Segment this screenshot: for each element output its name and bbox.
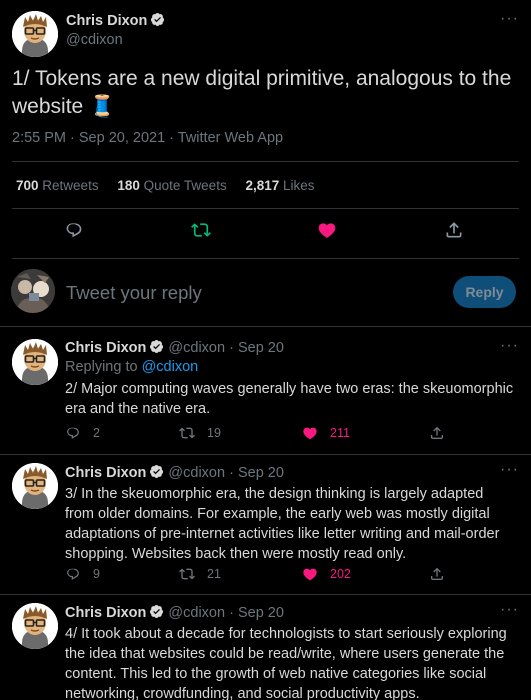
likes-label: Likes bbox=[283, 178, 315, 193]
reply-count: 9 bbox=[93, 567, 100, 581]
share-icon bbox=[429, 566, 445, 582]
separator: · bbox=[229, 340, 234, 356]
user-avatar[interactable] bbox=[11, 269, 55, 313]
like-icon bbox=[302, 566, 318, 582]
divider bbox=[12, 258, 519, 259]
tweet-header: Chris Dixon @cdixon · Sep 20 bbox=[65, 339, 284, 356]
retweet-count: 21 bbox=[207, 567, 221, 581]
author-handle[interactable]: @cdixon bbox=[168, 605, 225, 621]
author-avatar[interactable] bbox=[12, 603, 58, 649]
likes-stat[interactable]: 2,817 Likes bbox=[245, 178, 314, 193]
reply-button[interactable]: Reply bbox=[453, 276, 516, 308]
divider bbox=[12, 161, 519, 162]
like-action[interactable]: 202 bbox=[302, 566, 351, 582]
author-handle[interactable]: @cdixon bbox=[168, 340, 225, 356]
tweet-header: Chris Dixon @cdixon · Sep 20 bbox=[65, 604, 284, 621]
verified-badge-icon bbox=[150, 12, 165, 27]
thread-tweet[interactable]: Chris Dixon @cdixon · Sep 20 ··· 4/ It t… bbox=[0, 595, 531, 700]
author-name[interactable]: Chris Dixon bbox=[65, 605, 146, 621]
tweet-text: 3/ In the skeuomorphic era, the design t… bbox=[65, 486, 500, 562]
reply-icon bbox=[65, 425, 81, 441]
like-action[interactable]: 211 bbox=[302, 425, 350, 441]
tweet-stats: 700 Retweets 180 Quote Tweets 2,817 Like… bbox=[16, 178, 330, 193]
reply-action[interactable]: 9 bbox=[65, 566, 100, 582]
user-avatar-icon bbox=[11, 269, 55, 313]
retweets-label: Retweets bbox=[42, 178, 99, 193]
like-count: 202 bbox=[330, 567, 351, 581]
thread-tweet[interactable]: Chris Dixon @cdixon · Sep 20 ··· 3/ In t… bbox=[0, 455, 531, 595]
replying-prefix: Replying to bbox=[65, 359, 138, 375]
quotes-count: 180 bbox=[117, 178, 140, 193]
avatar-icon bbox=[12, 603, 58, 649]
quote-tweets-stat[interactable]: 180 Quote Tweets bbox=[117, 178, 226, 193]
retweets-stat[interactable]: 700 Retweets bbox=[16, 178, 99, 193]
more-options-icon[interactable]: ··· bbox=[500, 461, 519, 479]
reply-icon[interactable] bbox=[64, 220, 84, 240]
tweet-actions: 2 19 211 bbox=[0, 425, 531, 445]
verified-badge-icon bbox=[149, 464, 164, 479]
divider bbox=[12, 208, 519, 209]
reply-input[interactable]: Tweet your reply bbox=[66, 282, 202, 304]
author-name[interactable]: Chris Dixon bbox=[65, 340, 146, 356]
thread-tweet[interactable]: Chris Dixon @cdixon · Sep 20 ··· Replyin… bbox=[0, 327, 531, 455]
tweet-date[interactable]: Sep 20 bbox=[238, 340, 284, 356]
author-avatar[interactable] bbox=[12, 463, 58, 509]
reply-count: 2 bbox=[93, 426, 100, 440]
author-handle[interactable]: @cdixon bbox=[168, 465, 225, 481]
quotes-label: Quote Tweets bbox=[143, 178, 227, 193]
reply-composer: Tweet your reply bbox=[0, 260, 531, 326]
author-avatar[interactable] bbox=[12, 339, 58, 385]
tweet-text: 4/ It took about a decade for technologi… bbox=[65, 626, 507, 700]
retweet-icon bbox=[179, 425, 195, 441]
like-count: 211 bbox=[330, 426, 350, 440]
avatar-icon bbox=[12, 463, 58, 509]
tweet-text: 1/ Tokens are a new digital primitive, a… bbox=[12, 67, 512, 118]
share-action[interactable] bbox=[429, 425, 457, 441]
tweet-date[interactable]: Sep 20 bbox=[238, 605, 284, 621]
like-icon[interactable] bbox=[317, 220, 337, 240]
reply-action[interactable]: 2 bbox=[65, 425, 100, 441]
tweet-actions bbox=[0, 220, 531, 244]
author-avatar[interactable] bbox=[12, 11, 58, 57]
verified-badge-icon bbox=[149, 339, 164, 354]
likes-count: 2,817 bbox=[245, 178, 280, 193]
author-name[interactable]: Chris Dixon bbox=[66, 13, 147, 29]
share-action[interactable] bbox=[429, 566, 457, 582]
tweet-text: 2/ Major computing waves generally have … bbox=[65, 381, 514, 417]
tweet-actions: 9 21 202 bbox=[0, 566, 531, 586]
verified-badge-icon bbox=[149, 604, 164, 619]
separator: · bbox=[229, 465, 234, 481]
replying-handle-link[interactable]: @cdixon bbox=[142, 359, 199, 375]
retweet-action[interactable]: 19 bbox=[179, 425, 221, 441]
retweet-icon[interactable] bbox=[191, 220, 211, 240]
avatar-icon bbox=[12, 11, 58, 57]
tweet-meta[interactable]: 2:55 PM · Sep 20, 2021 · Twitter Web App bbox=[12, 130, 283, 146]
separator: · bbox=[229, 605, 234, 621]
author-handle[interactable]: @cdixon bbox=[66, 32, 123, 48]
tweet-header: Chris Dixon @cdixon · Sep 20 bbox=[65, 464, 284, 481]
retweets-count: 700 bbox=[16, 178, 39, 193]
retweet-action[interactable]: 21 bbox=[179, 566, 221, 582]
share-icon bbox=[429, 425, 445, 441]
retweet-icon bbox=[179, 566, 195, 582]
tweet-date[interactable]: Sep 20 bbox=[238, 465, 284, 481]
more-options-icon[interactable]: ··· bbox=[500, 337, 519, 355]
more-options-icon[interactable]: ··· bbox=[500, 601, 519, 619]
retweet-count: 19 bbox=[207, 426, 221, 440]
author-name[interactable]: Chris Dixon bbox=[65, 465, 146, 481]
avatar-icon bbox=[12, 339, 58, 385]
replying-to: Replying to @cdixon bbox=[65, 359, 198, 375]
more-options-icon[interactable]: ··· bbox=[500, 10, 519, 28]
share-icon[interactable] bbox=[444, 220, 464, 240]
reply-icon bbox=[65, 566, 81, 582]
like-icon bbox=[302, 425, 318, 441]
